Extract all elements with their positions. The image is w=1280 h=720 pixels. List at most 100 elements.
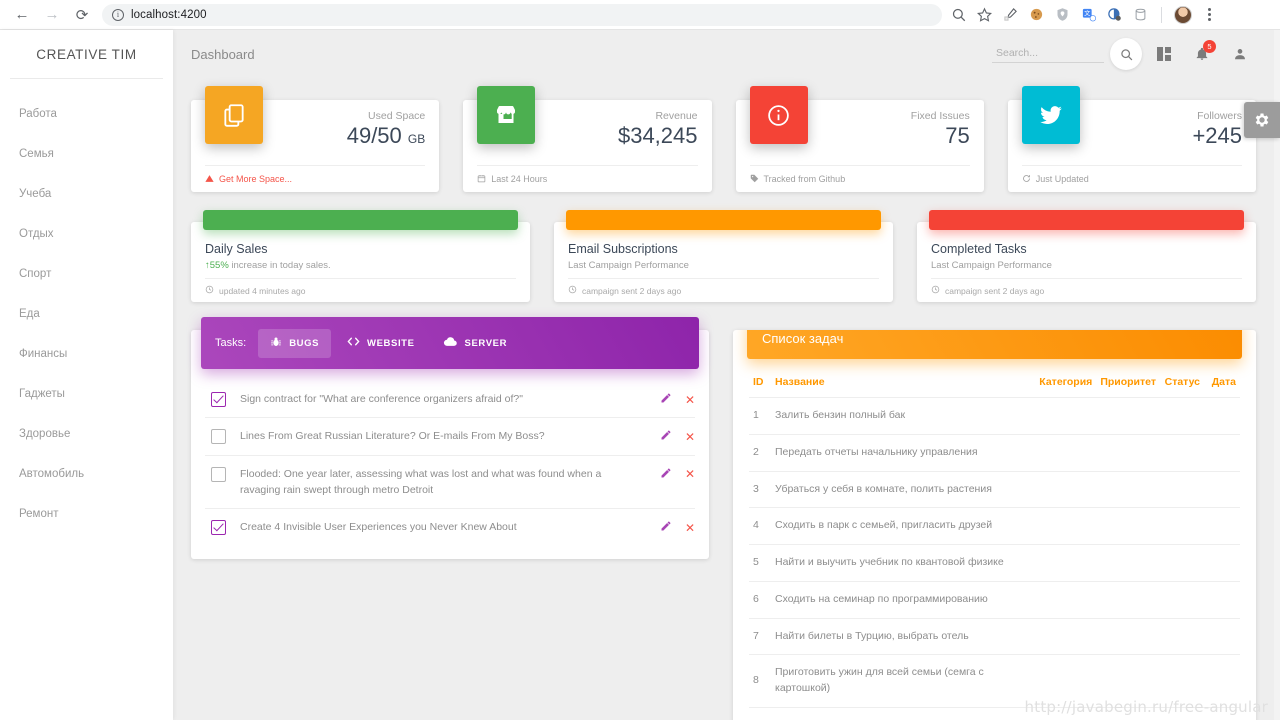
cookie-icon[interactable] [1028, 6, 1045, 23]
search-icon[interactable] [950, 6, 967, 23]
table-cell-id: 4 [749, 507, 771, 545]
address-bar[interactable]: i localhost:4200 [102, 3, 942, 26]
chart-subtitle: Last Campaign Performance [931, 260, 1052, 271]
profile-avatar[interactable] [1174, 5, 1192, 24]
sidebar-item-1[interactable]: Работа [0, 94, 173, 134]
chart-card-1: Daily Sales ↑55% increase in today sales.… [191, 210, 530, 302]
twitter-icon [1021, 86, 1080, 144]
table-row[interactable]: 7 Найти билеты в Турцию, выбрать отель [749, 618, 1240, 656]
sidebar-item-7[interactable]: Финансы [0, 334, 173, 374]
chart-title: Daily Sales [205, 242, 268, 256]
task-checkbox[interactable] [211, 429, 226, 445]
table-cell-category [1034, 618, 1097, 656]
stat-card-2: Revenue $34,245 Last 24 Hours [463, 86, 712, 192]
task-checkbox[interactable] [211, 392, 226, 407]
bookmark-star-icon[interactable] [976, 6, 993, 23]
task-actions: ✕ [660, 429, 695, 444]
table-cell-priority [1096, 581, 1160, 619]
topbar: Dashboard 5 [173, 30, 1280, 78]
table-cell-status [1160, 544, 1204, 582]
tasks-tab-website[interactable]: WEBSITE [335, 328, 426, 358]
sidebar-item-8[interactable]: Гаджеты [0, 374, 173, 414]
bug-icon [270, 336, 282, 351]
sidebar-item-5[interactable]: Спорт [0, 254, 173, 294]
translate-icon[interactable]: 文 [1080, 6, 1097, 23]
table-row[interactable]: 6 Сходить на семинар по программированию [749, 581, 1240, 619]
close-icon[interactable]: ✕ [685, 430, 695, 444]
task-text: Create 4 Invisible User Experiences you … [240, 521, 517, 534]
table-cell-id: 6 [749, 581, 771, 619]
pencil-icon[interactable] [660, 429, 672, 444]
table-col-4: Приоритет [1096, 367, 1160, 398]
sidebar-item-4[interactable]: Отдых [0, 214, 173, 254]
sidebar-item-2[interactable]: Семья [0, 134, 173, 174]
table-cell-priority [1096, 507, 1160, 545]
tag-icon [750, 174, 759, 185]
chart-footer: campaign sent 2 days ago [931, 278, 1242, 302]
person-icon[interactable] [1224, 38, 1256, 70]
tasks-tab-server[interactable]: SERVER [431, 327, 520, 359]
sidebar-item-label: Ремонт [19, 508, 59, 520]
table-cell-priority [1096, 654, 1160, 708]
eyedropper-icon[interactable] [1002, 6, 1019, 23]
pencil-icon[interactable] [660, 467, 672, 482]
stat-card-3: Fixed Issues 75 Tracked from Github [735, 86, 984, 192]
table-row[interactable]: 2 Передать отчеты начальнику управления [749, 434, 1240, 472]
stat-card-4: Followers +245 Just Updated [1007, 86, 1256, 192]
table-row[interactable]: 5 Найти и выучить учебник по квантовой фи… [749, 544, 1240, 582]
sidebar-item-3[interactable]: Учеба [0, 174, 173, 214]
stat-footer-text[interactable]: Get More Space... [219, 174, 292, 184]
back-arrow-icon[interactable]: ← [8, 1, 36, 29]
settings-gear-button[interactable] [1244, 102, 1280, 138]
sidebar-item-11[interactable]: Ремонт [0, 494, 173, 534]
stat-number: +245 [1192, 123, 1242, 148]
site-info-icon[interactable]: i [112, 8, 124, 21]
table-cell-id: 9 [749, 707, 771, 720]
reload-icon[interactable]: ⟳ [68, 1, 96, 29]
tasks-card-header: Tasks: BUGS WEBSITE SERVER [201, 317, 699, 369]
close-icon[interactable]: ✕ [685, 521, 695, 535]
search-input[interactable] [992, 45, 1104, 63]
close-icon[interactable]: ✕ [685, 467, 695, 481]
tasks-tab-bugs[interactable]: BUGS [258, 328, 332, 358]
table-row[interactable]: 8 Приготовить ужин для всей семьи (семга … [749, 654, 1240, 708]
store-icon [477, 86, 536, 144]
table-cell-date [1204, 581, 1240, 619]
stat-footer-text: Tracked from Github [763, 174, 846, 184]
task-text: Sign contract for "What are conference o… [240, 393, 523, 405]
tasks-label: Tasks: [215, 337, 247, 349]
privacy-badger-icon[interactable] [1106, 6, 1123, 23]
table-row[interactable]: 3 Убраться у себя в комнате, полить расте… [749, 471, 1240, 509]
notifications-button[interactable]: 5 [1186, 38, 1218, 70]
task-checkbox[interactable] [211, 466, 226, 482]
kebab-menu-icon[interactable] [1201, 6, 1218, 23]
chart-banner [203, 210, 518, 230]
shield-icon[interactable] [1054, 6, 1071, 23]
search-button[interactable] [1110, 38, 1142, 70]
sidebar-item-6[interactable]: Еда [0, 294, 173, 334]
main-content: Dashboard 5 Us [173, 30, 1280, 720]
pencil-icon[interactable] [660, 520, 672, 535]
task-checkbox[interactable] [211, 520, 226, 536]
task-row: Lines From Great Russian Literature? Or … [205, 418, 695, 456]
stat-number: 49/50 [346, 123, 402, 148]
delete-icon[interactable] [1132, 6, 1149, 23]
forward-arrow-icon[interactable]: → [38, 1, 66, 29]
table-row[interactable]: 9Подтянуться 10 раз [749, 707, 1240, 720]
table-cell-status [1160, 707, 1204, 720]
chart-footer-text: campaign sent 2 days ago [945, 285, 1045, 296]
sidebar-item-label: Здоровье [19, 428, 71, 440]
sidebar-item-10[interactable]: Автомобиль [0, 454, 173, 494]
close-icon[interactable]: ✕ [685, 393, 695, 407]
task-list: Sign contract for "What are conference o… [191, 369, 709, 545]
bottom-row: Tasks: BUGS WEBSITE SERVER Sign contract f… [191, 317, 1256, 720]
stat-footer-text: Just Updated [1035, 174, 1089, 184]
table-row[interactable]: 1 Залить бензин полный бак [749, 397, 1240, 435]
task-actions: ✕ [660, 392, 695, 407]
table-row[interactable]: 4 Сходить в парк с семьей, пригласить дру… [749, 507, 1240, 545]
sidebar-item-9[interactable]: Здоровье [0, 414, 173, 454]
dashboard-grid-icon[interactable] [1148, 38, 1180, 70]
pencil-icon[interactable] [660, 392, 672, 407]
brand-title[interactable]: CREATIVE TIM [0, 30, 173, 78]
chart-subtitle: Last Campaign Performance [568, 260, 689, 271]
